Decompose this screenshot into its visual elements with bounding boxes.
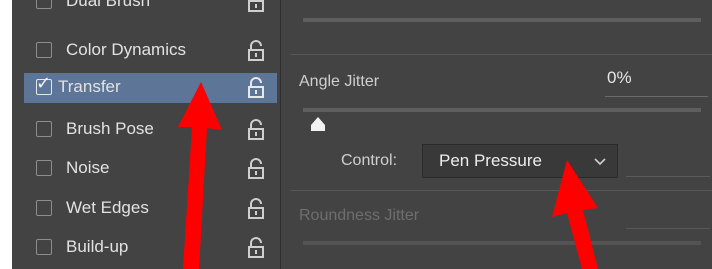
brush-settings-window: Dual Brush Color Dynamics ✓ Transfer Bru… <box>12 0 712 269</box>
annotation-arrows <box>178 82 598 269</box>
red-arrow-icon <box>552 160 598 269</box>
red-arrow-icon <box>178 82 222 269</box>
